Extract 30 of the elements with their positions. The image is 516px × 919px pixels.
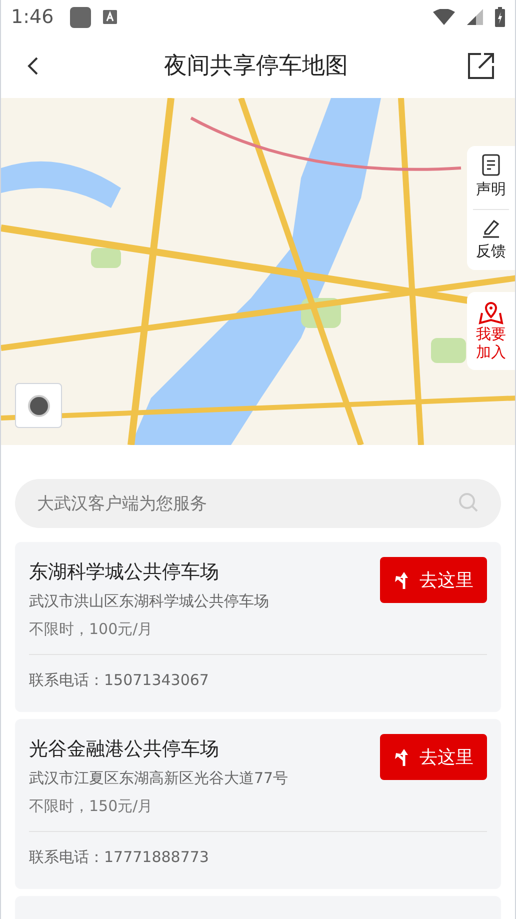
document-icon [482,154,500,176]
contact-phone: 联系电话：15071343067 [29,670,210,691]
map-pin-icon [478,301,504,325]
parking-price: 不限时，150元/月 [29,796,154,817]
contact-phone: 联系电话：17771888773 [29,847,210,868]
parking-name: 东湖科学城公共停车场 [29,560,220,585]
go-button[interactable]: 去这里 [380,557,487,603]
back-icon [27,56,39,76]
notification-icon [70,6,91,28]
status-time: 1:46 [11,4,54,30]
share-button[interactable] [467,52,495,80]
keyboard-icon [102,10,117,24]
search-field[interactable]: 大武汉客户端为您服务 [15,479,501,528]
signal-icon [467,9,483,25]
notice-button[interactable]: 声明 [476,150,506,204]
feedback-button[interactable]: 反馈 [476,214,506,266]
locate-button[interactable] [15,383,62,428]
pencil-icon [481,218,501,238]
join-button[interactable]: 我要加入 [467,292,515,370]
route-icon [394,747,410,767]
battery-icon [495,7,505,27]
parking-address: 武汉市江夏区东湖高新区光谷大道77号 [29,768,288,789]
share-icon [467,52,495,80]
route-icon [394,570,410,590]
wifi-icon [433,9,455,25]
parking-price: 不限时，100元/月 [29,619,154,640]
go-button[interactable]: 去这里 [380,734,487,780]
parking-address: 武汉市洪山区东湖科学城公共停车场 [29,591,269,612]
page-title: 夜间共享停车地图 [164,52,348,81]
parking-name: 光谷金融港公共停车场 [29,737,220,762]
